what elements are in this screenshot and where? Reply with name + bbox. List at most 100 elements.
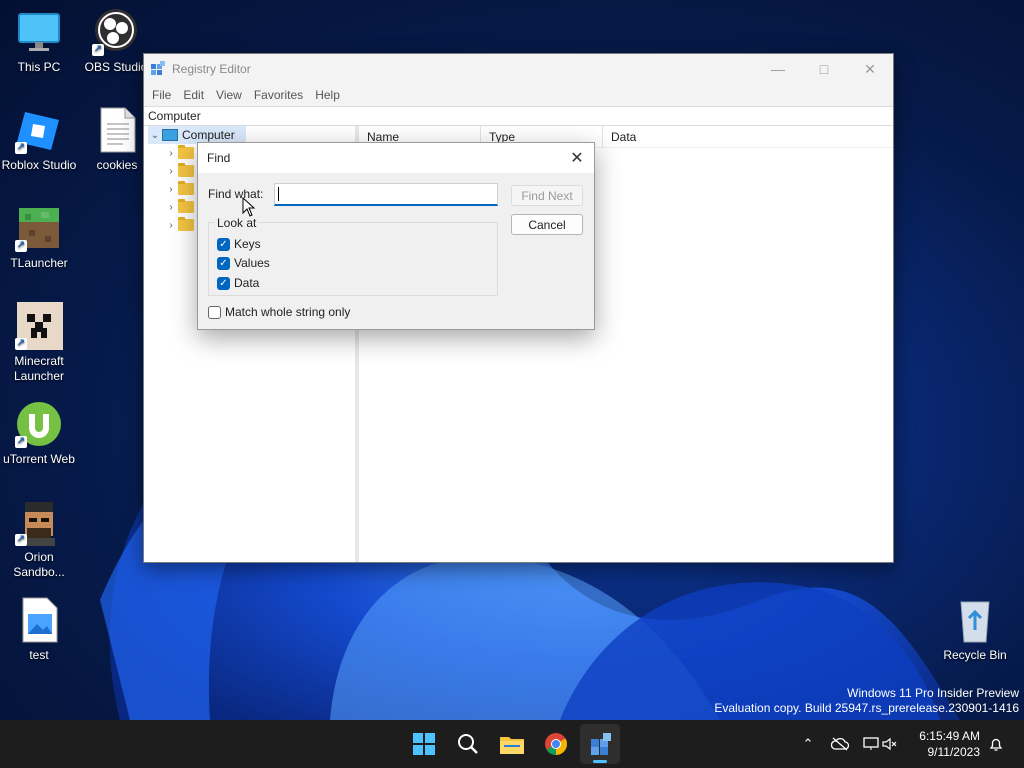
minecraft-creeper-icon: ↗ bbox=[15, 302, 63, 350]
mouse-cursor-icon bbox=[242, 197, 256, 217]
desktop-icon-label: Roblox Studio bbox=[1, 158, 77, 172]
menu-view[interactable]: View bbox=[210, 88, 248, 102]
recycle-bin-icon bbox=[951, 596, 999, 644]
utorrent-icon: ↗ bbox=[15, 400, 63, 448]
chrome-button[interactable] bbox=[536, 724, 576, 764]
folder-icon bbox=[178, 163, 194, 177]
address-bar[interactable]: Computer bbox=[144, 106, 893, 126]
onedrive-tray-button[interactable] bbox=[830, 720, 850, 768]
obs-studio-icon: ↗ bbox=[92, 8, 140, 56]
desktop-icon-label: uTorrent Web bbox=[3, 452, 75, 466]
start-icon bbox=[413, 733, 435, 755]
notifications-button[interactable] bbox=[986, 720, 1006, 768]
chevron-right-icon[interactable]: › bbox=[164, 202, 178, 213]
file-explorer-button[interactable] bbox=[492, 724, 532, 764]
file-explorer-icon bbox=[500, 737, 524, 754]
address-path: Computer bbox=[148, 109, 201, 123]
roblox-studio-icon: ↗ bbox=[15, 106, 63, 154]
watermark-line-1: Windows 11 Pro Insider Preview bbox=[847, 686, 1019, 700]
chevron-down-icon[interactable]: ⌄ bbox=[148, 130, 162, 141]
search-button[interactable] bbox=[448, 724, 488, 764]
image-file-icon bbox=[15, 596, 63, 644]
checkbox-checked-icon: ✓ bbox=[217, 237, 230, 251]
chevron-right-icon[interactable]: › bbox=[164, 166, 178, 177]
clock-time: 6:15:49 AM bbox=[919, 729, 980, 743]
minimize-icon: — bbox=[771, 61, 785, 77]
look-at-group: Look at ✓ Keys ✓ Values ✓ Data bbox=[208, 216, 498, 296]
data-checkbox[interactable]: ✓ Data bbox=[217, 276, 259, 290]
shortcut-arrow-icon: ↗ bbox=[15, 534, 27, 546]
find-dialog-title-bar[interactable]: Find bbox=[198, 143, 594, 173]
desktop-icon-orion-sandbox[interactable]: ↗ Orion Sandbo... bbox=[0, 498, 79, 580]
desktop-icon-label: TLauncher bbox=[10, 256, 68, 270]
checkbox-unchecked-icon bbox=[208, 305, 221, 319]
values-checkbox[interactable]: ✓ Values bbox=[217, 256, 270, 270]
desktop-icon-label: Recycle Bin bbox=[943, 648, 1007, 662]
desktop-icon-this-pc[interactable]: This PC bbox=[0, 8, 79, 75]
folder-icon bbox=[178, 181, 194, 195]
shortcut-arrow-icon: ↗ bbox=[15, 338, 27, 350]
checkbox-checked-icon: ✓ bbox=[217, 276, 230, 290]
taskbar: ⌃ 6:15:49 AM 9/11/2023 bbox=[0, 720, 1024, 768]
network-volume-tray-button[interactable] bbox=[860, 720, 902, 768]
start-button[interactable] bbox=[404, 724, 444, 764]
chevron-up-icon: ⌃ bbox=[802, 736, 814, 751]
volume-muted-icon bbox=[882, 737, 897, 751]
shortcut-arrow-icon: ↗ bbox=[15, 436, 27, 448]
text-file-icon bbox=[93, 106, 141, 154]
chrome-icon bbox=[545, 733, 567, 755]
taskbar-clock[interactable]: 6:15:49 AM 9/11/2023 bbox=[919, 728, 980, 760]
this-pc-icon bbox=[15, 8, 63, 56]
tree-item-label: Computer bbox=[182, 128, 235, 142]
registry-editor-icon bbox=[151, 61, 165, 75]
find-next-button[interactable]: Find Next bbox=[511, 185, 583, 206]
network-icon bbox=[863, 737, 879, 750]
desktop-icon-recycle-bin[interactable]: Recycle Bin bbox=[935, 596, 1015, 663]
folder-icon bbox=[178, 217, 194, 231]
checkbox-label: Values bbox=[234, 256, 270, 270]
desktop-icon-roblox-studio[interactable]: ↗ Roblox Studio bbox=[0, 106, 79, 173]
minimize-button[interactable]: — bbox=[755, 54, 801, 84]
cancel-button[interactable]: Cancel bbox=[511, 214, 583, 235]
maximize-icon: □ bbox=[819, 61, 829, 77]
window-title: Registry Editor bbox=[172, 62, 251, 76]
desktop-icon-label: test bbox=[29, 648, 49, 662]
chevron-right-icon[interactable]: › bbox=[164, 220, 178, 231]
checkbox-label: Data bbox=[234, 276, 260, 290]
chevron-right-icon[interactable]: › bbox=[164, 148, 178, 159]
show-hidden-icons-button[interactable]: ⌃ bbox=[798, 720, 818, 768]
desktop-icon-utorrent-web[interactable]: ↗ uTorrent Web bbox=[0, 400, 79, 467]
look-at-label: Look at bbox=[215, 216, 259, 230]
find-close-button[interactable]: ✕ bbox=[564, 145, 590, 171]
menu-help[interactable]: Help bbox=[309, 88, 346, 102]
menu-favorites[interactable]: Favorites bbox=[248, 88, 309, 102]
text-caret bbox=[278, 187, 279, 201]
find-what-input[interactable] bbox=[274, 183, 498, 206]
desktop-icon-tlauncher[interactable]: ↗ TLauncher bbox=[0, 204, 79, 271]
menu-edit[interactable]: Edit bbox=[177, 88, 210, 102]
chevron-right-icon[interactable]: › bbox=[164, 184, 178, 195]
keys-checkbox[interactable]: ✓ Keys bbox=[217, 237, 261, 251]
menu-bar: File Edit View Favorites Help bbox=[144, 84, 893, 106]
title-bar[interactable]: Registry Editor — □ ✕ bbox=[144, 54, 893, 84]
column-data[interactable]: Data bbox=[603, 126, 883, 147]
close-icon: ✕ bbox=[864, 60, 876, 77]
find-dialog-title: Find bbox=[207, 151, 231, 165]
desktop-icon-minecraft-launcher[interactable]: ↗ Minecraft Launcher bbox=[0, 302, 79, 384]
search-icon bbox=[458, 734, 478, 754]
shortcut-arrow-icon: ↗ bbox=[15, 240, 27, 252]
cloud-off-icon bbox=[831, 737, 849, 751]
folder-icon bbox=[178, 145, 194, 159]
clock-date: 9/11/2023 bbox=[927, 745, 981, 759]
desktop-icon-test[interactable]: test bbox=[0, 596, 79, 663]
match-whole-string-checkbox[interactable]: Match whole string only bbox=[208, 305, 350, 319]
evaluation-watermark: Windows 11 Pro Insider Preview Evaluatio… bbox=[714, 686, 1019, 716]
menu-file[interactable]: File bbox=[146, 88, 177, 102]
shortcut-arrow-icon: ↗ bbox=[92, 44, 104, 56]
watermark-line-2: Evaluation copy. Build 25947.rs_prerelea… bbox=[714, 701, 1019, 715]
maximize-button[interactable]: □ bbox=[801, 54, 847, 84]
close-button[interactable]: ✕ bbox=[847, 54, 893, 84]
registry-editor-icon bbox=[591, 733, 611, 755]
desktop-icon-label: Minecraft Launcher bbox=[13, 354, 65, 383]
registry-editor-taskbar-button[interactable] bbox=[580, 724, 620, 764]
